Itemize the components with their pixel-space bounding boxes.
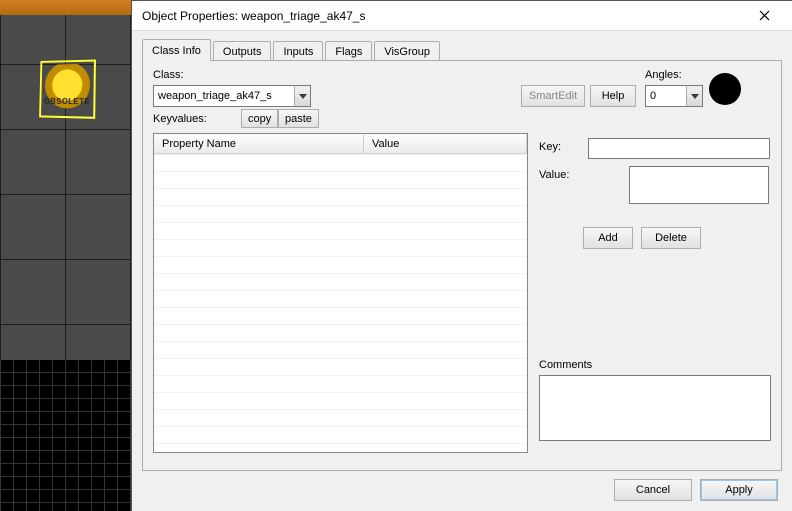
value-label: Value:: [539, 169, 569, 181]
keyvalues-label: Keyvalues:: [153, 113, 207, 125]
tab-outputs[interactable]: Outputs: [213, 41, 272, 62]
tab-inputs[interactable]: Inputs: [273, 41, 323, 62]
close-icon: [759, 10, 770, 21]
viewport-2d-grid[interactable]: [0, 360, 131, 511]
tab-visgroup[interactable]: VisGroup: [374, 41, 440, 62]
viewport-ceiling-brush: [0, 0, 131, 15]
cancel-button[interactable]: Cancel: [614, 479, 692, 501]
tab-strip: Class Info Outputs Inputs Flags VisGroup: [142, 39, 440, 61]
tabsheet-class-info: Class: weapon_triage_ak47_s SmartEdit He…: [142, 60, 782, 471]
dialog-title: Object Properties: weapon_triage_ak47_s: [142, 9, 744, 23]
angles-value: 0: [646, 90, 686, 102]
viewport-3d[interactable]: OBSOLETE: [0, 0, 131, 511]
delete-button[interactable]: Delete: [641, 227, 701, 249]
value-input[interactable]: [629, 166, 769, 204]
key-label: Key:: [539, 141, 561, 153]
class-label: Class:: [153, 69, 184, 81]
close-button[interactable]: [744, 2, 784, 30]
keyvalues-paste-button[interactable]: paste: [278, 109, 319, 128]
viewport-grid-floor: [0, 0, 131, 360]
entity-selection-box[interactable]: OBSOLETE: [39, 60, 96, 119]
apply-button[interactable]: Apply: [700, 479, 778, 501]
comments-label: Comments: [539, 359, 592, 371]
help-button[interactable]: Help: [590, 85, 636, 107]
col-value[interactable]: Value: [364, 134, 527, 153]
key-input[interactable]: [588, 138, 770, 159]
chevron-down-icon: [686, 86, 702, 106]
add-button[interactable]: Add: [583, 227, 633, 249]
keyvalues-copy-button[interactable]: copy: [241, 109, 278, 128]
chevron-down-icon: [294, 86, 310, 106]
obsolete-sprite-label: OBSOLETE: [44, 97, 91, 115]
class-select[interactable]: weapon_triage_ak47_s: [153, 85, 311, 107]
dialog-titlebar[interactable]: Object Properties: weapon_triage_ak47_s: [132, 1, 792, 31]
comments-input[interactable]: [539, 375, 771, 441]
angles-label: Angles:: [645, 69, 682, 81]
angles-dial[interactable]: [709, 73, 741, 105]
keyvalues-table[interactable]: Property Name Value: [153, 133, 528, 453]
obsolete-sprite-icon: OBSOLETE: [43, 64, 92, 115]
angles-select[interactable]: 0: [645, 85, 703, 107]
smartedit-button[interactable]: SmartEdit: [521, 85, 585, 107]
object-properties-dialog: Object Properties: weapon_triage_ak47_s …: [131, 0, 792, 511]
keyvalues-table-header: Property Name Value: [154, 134, 527, 154]
col-property-name[interactable]: Property Name: [154, 134, 364, 153]
tab-flags[interactable]: Flags: [325, 41, 372, 62]
dialog-footer: Cancel Apply: [614, 479, 778, 501]
class-select-value: weapon_triage_ak47_s: [154, 90, 294, 102]
tab-class-info[interactable]: Class Info: [142, 39, 211, 61]
keyvalues-table-body[interactable]: [154, 154, 527, 452]
